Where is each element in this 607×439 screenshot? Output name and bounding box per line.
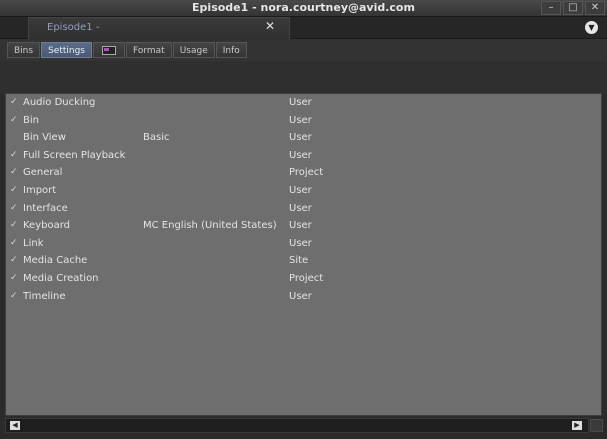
check-icon: ✓ [10, 184, 18, 195]
list-item[interactable]: Bin View Basic User [6, 129, 601, 147]
setting-name: Full Screen Playback [23, 149, 126, 161]
check-icon: ✓ [10, 114, 18, 125]
list-item[interactable]: ✓ Media Creation Project [6, 270, 601, 288]
check-icon: ✓ [10, 202, 18, 213]
tab-info[interactable]: Info [215, 42, 247, 58]
setting-name: Media Cache [23, 255, 88, 267]
check-icon: ✓ [10, 272, 18, 283]
check-icon: ✓ [10, 290, 18, 301]
setting-scope: Project [289, 167, 324, 179]
list-item[interactable]: ✓ Full Screen Playback User [6, 147, 601, 165]
document-tab-bar: Episode1 - ✕ ▼ [0, 17, 607, 39]
setting-name: Audio Ducking [23, 97, 96, 108]
minimize-icon[interactable]: – [541, 1, 561, 15]
list-item[interactable]: ✓ Link User [6, 235, 601, 253]
setting-name: Keyboard [23, 220, 71, 232]
setting-scope: User [289, 97, 312, 108]
list-item[interactable]: ✓ Interface User [6, 200, 601, 218]
list-item[interactable]: ✓ Import User [6, 182, 601, 200]
setting-name: Interface [23, 202, 68, 214]
horizontal-scrollbar[interactable]: ◀ ▶ [5, 418, 589, 433]
tab-format[interactable]: Format [126, 42, 172, 58]
setting-scope: User [289, 132, 312, 144]
window-title: Episode1 - nora.courtney@avid.com [192, 1, 415, 14]
setting-scope: Project [289, 272, 324, 284]
check-icon: ✓ [10, 167, 18, 178]
tab-label: Episode1 - [47, 22, 100, 33]
setting-scope: User [289, 184, 312, 196]
list-item[interactable]: ✓ Timeline User [6, 288, 601, 306]
tab-usage[interactable]: Usage [172, 42, 215, 58]
window-controls: – □ ✕ [541, 1, 605, 15]
check-icon: ✓ [10, 220, 18, 231]
setting-name: Timeline [23, 290, 66, 302]
setting-scope: User [289, 149, 312, 161]
list-item[interactable]: ✓ Media Cache Site [6, 252, 601, 270]
setting-value: MC English (United States) [143, 220, 277, 232]
setting-scope: User [289, 290, 312, 302]
setting-name: Link [23, 237, 44, 249]
chevron-down-icon[interactable]: ▼ [585, 21, 598, 34]
setting-name: General [23, 167, 63, 179]
setting-name: Media Creation [23, 272, 99, 284]
check-icon: ✓ [10, 97, 18, 107]
tab-episode1[interactable]: Episode1 - ✕ [28, 17, 290, 39]
resize-grip[interactable] [590, 419, 603, 432]
volumes-icon [102, 45, 116, 55]
setting-scope: User [289, 114, 312, 126]
setting-scope: User [289, 220, 312, 232]
toolbar-strip [0, 61, 607, 94]
settings-list: ✓ Audio Ducking User ✓ Bin User Bin View… [5, 93, 602, 416]
setting-scope: Site [289, 255, 309, 267]
setting-name: Import [23, 184, 57, 196]
arrow-right-icon[interactable]: ▶ [572, 421, 582, 430]
title-bar: Episode1 - nora.courtney@avid.com – □ ✕ [0, 0, 607, 17]
setting-scope: User [289, 202, 312, 214]
tab-settings[interactable]: Settings [41, 42, 92, 58]
setting-name: Bin [23, 114, 39, 126]
check-icon: ✓ [10, 237, 18, 248]
list-item[interactable]: ✓ Keyboard MC English (United States) Us… [6, 217, 601, 235]
project-subtabs: Bins Settings Format Usage Info [0, 39, 607, 61]
check-icon: ✓ [10, 255, 18, 266]
setting-scope: User [289, 237, 312, 249]
tab-volumes[interactable] [93, 42, 125, 58]
setting-name: Bin View [23, 132, 66, 144]
arrow-left-icon[interactable]: ◀ [10, 421, 20, 430]
list-item[interactable]: ✓ Bin User [6, 112, 601, 130]
tab-bins[interactable]: Bins [7, 42, 41, 58]
setting-value: Basic [143, 132, 170, 144]
close-icon[interactable]: ✕ [585, 1, 605, 15]
maximize-icon[interactable]: □ [563, 1, 583, 15]
list-item[interactable]: ✓ General Project [6, 164, 601, 182]
check-icon: ✓ [10, 149, 18, 160]
tab-close-icon[interactable]: ✕ [265, 19, 275, 33]
list-item[interactable]: ✓ Audio Ducking User [6, 94, 601, 112]
